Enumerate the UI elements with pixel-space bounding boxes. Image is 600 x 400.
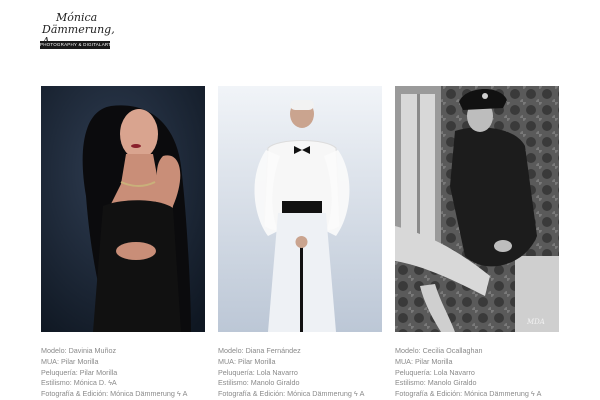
credit-photography: Fotografía & Edición: Mónica Dämmerung ϟ… (218, 389, 365, 399)
credit-photography: Fotografía & Edición: Mónica Dämmerung ϟ… (395, 389, 542, 399)
gallery-item-1[interactable]: Modelo: Davinia Muñoz MUA: Pilar Morilla… (41, 86, 205, 400)
gallery-item-2[interactable]: Modelo: Diana Fernández MUA: Pilar Moril… (218, 86, 382, 400)
credit-model: Modelo: Diana Fernández (218, 346, 301, 355)
gallery-item-3[interactable]: MDA Modelo: Cecilia Ocallaghan MUA: Pila… (395, 86, 559, 400)
credit-hair: Peluquería: Pilar Morilla (41, 367, 118, 377)
logo-tagline-bar: PHOTOGRAPHY & DIGITALART (40, 41, 112, 49)
site-logo[interactable]: Mónica Dämmerung, A PHOTOGRAPHY & DIGITA… (40, 12, 115, 52)
portrait-photo-1[interactable] (41, 86, 205, 332)
photo-credits-3: Modelo: Cecilia Ocallaghan MUA: Pilar Mo… (395, 346, 559, 400)
photo-credits-1: Modelo: Davinia Muñoz MUA: Pilar Morilla… (41, 346, 205, 400)
credit-photography: Fotografía & Edición: Mónica Dämmerung ϟ… (41, 389, 188, 399)
credit-mua: MUA: Pilar Morilla (41, 356, 99, 366)
photo-credits-2: Modelo: Diana Fernández MUA: Pilar Moril… (218, 346, 382, 400)
svg-text:MDA: MDA (526, 318, 545, 326)
credit-styling: Estilismo: Manolo Giraldo (395, 378, 477, 388)
credit-mua: MUA: Pilar Morilla (395, 356, 453, 366)
portrait-photo-3[interactable]: MDA (395, 86, 559, 332)
credit-hair: Peluquería: Lola Navarro (218, 367, 298, 377)
portrait-photo-2[interactable] (218, 86, 382, 332)
credit-styling: Estilismo: Mónica D. ϟA (41, 378, 117, 388)
credit-styling: Estilismo: Manolo Giraldo (218, 378, 300, 388)
credit-mua: MUA: Pilar Morilla (218, 356, 276, 366)
credit-model: Modelo: Davinia Muñoz (41, 346, 117, 355)
credit-hair: Peluquería: Lola Navarro (395, 367, 475, 377)
credit-model: Modelo: Cecilia Ocallaghan (395, 346, 483, 355)
